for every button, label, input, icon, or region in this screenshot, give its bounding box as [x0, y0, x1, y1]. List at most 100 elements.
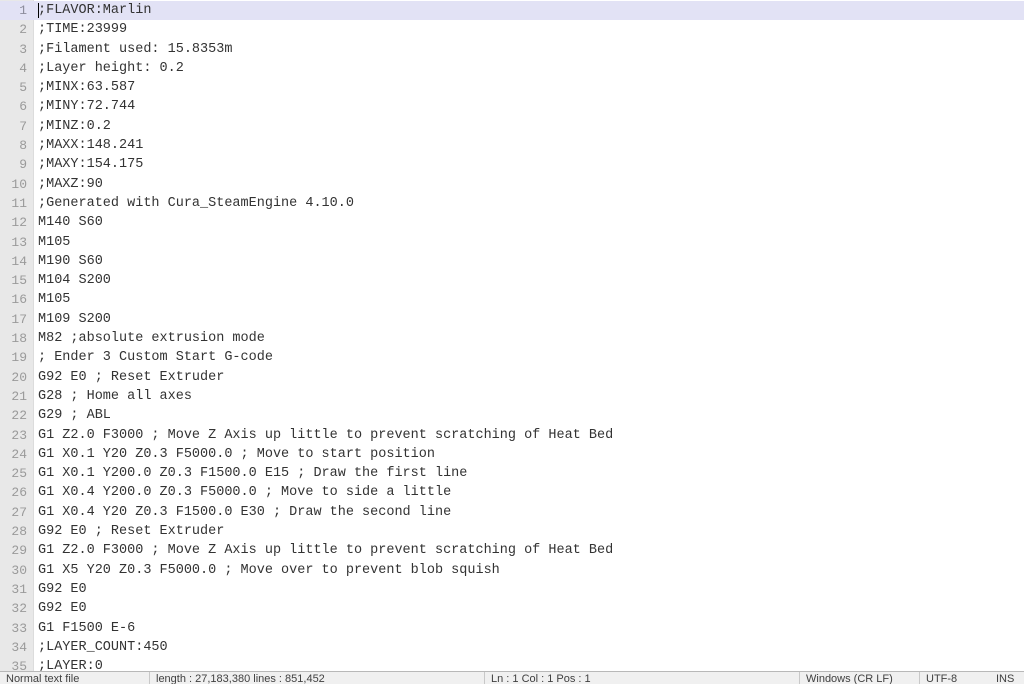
line-number: 22 — [11, 408, 27, 424]
code-line-text: M105 — [38, 292, 71, 308]
code-line[interactable]: 25 G1 X0.1 Y200.0 Z0.3 F1500.0 E15 ; Draw… — [0, 464, 1024, 483]
code-line-text: ;LAYER_COUNT:450 — [38, 639, 168, 655]
code-line-text: G1 X0.4 Y20 Z0.3 F1500.0 E30 ; Draw the … — [38, 504, 452, 520]
code-line[interactable]: 34 ;LAYER_COUNT:450 — [0, 638, 1024, 657]
code-line[interactable]: 31 G92 E0 — [0, 580, 1024, 599]
line-number: 14 — [11, 253, 27, 269]
line-number: 17 — [11, 311, 27, 327]
code-line-text: G1 X0.1 Y200.0 Z0.3 F1500.0 E15 ; Draw t… — [38, 466, 468, 482]
line-number: 21 — [11, 388, 27, 404]
code-line-text: M140 S60 — [38, 215, 103, 231]
code-line[interactable]: 7 ;MINZ:0.2 — [0, 117, 1024, 136]
code-line[interactable]: 32 G92 E0 — [0, 599, 1024, 618]
code-line-text: ;MAXX:148.241 — [38, 138, 144, 154]
code-line[interactable]: 3 ;Filament used: 15.8353m — [0, 40, 1024, 59]
code-editor-area[interactable]: 1 ;FLAVOR:Marlin 2 ;TIME:23999 3 ;Filament us… — [0, 0, 1024, 671]
line-number: 23 — [11, 427, 27, 443]
code-line[interactable]: 23 G1 Z2.0 F3000 ; Move Z Axis up little … — [0, 426, 1024, 445]
code-line[interactable]: 28 G92 E0 ; Reset Extruder — [0, 522, 1024, 541]
code-lines-container[interactable]: 1 ;FLAVOR:Marlin 2 ;TIME:23999 3 ;Filament us… — [0, 1, 1024, 671]
line-number: 10 — [11, 176, 27, 192]
line-number: 11 — [11, 195, 27, 211]
code-line-text: ;MINZ:0.2 — [38, 118, 111, 134]
code-line[interactable]: 35 ;LAYER:0 — [0, 657, 1024, 671]
code-line-text: G92 E0 ; Reset Extruder — [38, 369, 225, 385]
line-number: 6 — [19, 99, 27, 115]
code-line[interactable]: 12 M140 S60 — [0, 213, 1024, 232]
code-line-text: G29 ; ABL — [38, 408, 111, 424]
line-number: 3 — [19, 41, 27, 57]
line-number: 27 — [11, 504, 27, 520]
line-number: 34 — [11, 639, 27, 655]
code-line[interactable]: 13 M105 — [0, 233, 1024, 252]
line-number: 32 — [11, 601, 27, 617]
code-line[interactable]: 14 M190 S60 — [0, 252, 1024, 271]
code-line-text: G1 Z2.0 F3000 ; Move Z Axis up little to… — [38, 543, 614, 559]
line-number: 9 — [19, 157, 27, 173]
line-number: 7 — [19, 118, 27, 134]
code-line[interactable]: 27 G1 X0.4 Y20 Z0.3 F1500.0 E30 ; Draw th… — [0, 503, 1024, 522]
code-line[interactable]: 2 ;TIME:23999 — [0, 20, 1024, 39]
code-line-text: G92 E0 — [38, 581, 87, 597]
code-line-text: ; Ender 3 Custom Start G-code — [38, 350, 273, 366]
line-number: 33 — [11, 620, 27, 636]
code-line-text: M190 S60 — [38, 253, 103, 269]
code-line-text: ;Generated with Cura_SteamEngine 4.10.0 — [38, 195, 354, 211]
code-line[interactable]: 22 G29 ; ABL — [0, 406, 1024, 425]
code-line[interactable]: 21 G28 ; Home all axes — [0, 387, 1024, 406]
status-encoding[interactable]: UTF-8 — [920, 672, 990, 684]
code-line[interactable]: 8 ;MAXX:148.241 — [0, 136, 1024, 155]
code-line-text: G92 E0 ; Reset Extruder — [38, 524, 225, 540]
line-number: 4 — [19, 60, 27, 76]
line-number: 29 — [11, 543, 27, 559]
line-number: 28 — [11, 524, 27, 540]
line-number: 8 — [19, 138, 27, 154]
code-line-text: ;MINY:72.744 — [38, 99, 136, 115]
status-line-ending[interactable]: Windows (CR LF) — [800, 672, 920, 684]
code-line-text: ;FLAVOR:Marlin — [38, 3, 152, 18]
code-line-text: G1 X0.4 Y200.0 Z0.3 F5000.0 ; Move to si… — [38, 485, 452, 501]
code-line[interactable]: 1 ;FLAVOR:Marlin — [0, 1, 1024, 21]
code-line-text: M105 — [38, 234, 71, 250]
code-line[interactable]: 20 G92 E0 ; Reset Extruder — [0, 368, 1024, 387]
status-document-type: Normal text file — [0, 672, 150, 684]
line-number: 19 — [11, 350, 27, 366]
code-line[interactable]: 5 ;MINX:63.587 — [0, 78, 1024, 97]
code-line-text: G1 X5 Y20 Z0.3 F5000.0 ; Move over to pr… — [38, 562, 500, 578]
code-line-text: G1 Z2.0 F3000 ; Move Z Axis up little to… — [38, 427, 614, 443]
line-number: 26 — [11, 485, 27, 501]
code-line-text: ;MAXY:154.175 — [38, 157, 144, 173]
code-line[interactable]: 29 G1 Z2.0 F3000 ; Move Z Axis up little … — [0, 541, 1024, 560]
code-line[interactable]: 16 M105 — [0, 290, 1024, 309]
code-line-text: ;TIME:23999 — [38, 22, 128, 38]
line-number: 31 — [11, 581, 27, 597]
code-line-text: M104 S200 — [38, 273, 111, 289]
code-line[interactable]: 6 ;MINY:72.744 — [0, 97, 1024, 116]
code-line[interactable]: 15 M104 S200 — [0, 271, 1024, 290]
code-line[interactable]: 18 M82 ;absolute extrusion mode — [0, 329, 1024, 348]
line-number: 5 — [19, 80, 27, 96]
code-line[interactable]: 30 G1 X5 Y20 Z0.3 F5000.0 ; Move over to … — [0, 561, 1024, 580]
code-line-text: ;Filament used: 15.8353m — [38, 41, 233, 57]
code-line[interactable]: 17 M109 S200 — [0, 310, 1024, 329]
line-number: 18 — [11, 331, 27, 347]
code-line-text: ;LAYER:0 — [38, 659, 103, 671]
code-line[interactable]: 9 ;MAXY:154.175 — [0, 155, 1024, 174]
line-number: 2 — [19, 22, 27, 38]
code-line-text: ;MAXZ:90 — [38, 176, 103, 192]
code-line[interactable]: 24 G1 X0.1 Y20 Z0.3 F5000.0 ; Move to sta… — [0, 445, 1024, 464]
code-line[interactable]: 19 ; Ender 3 Custom Start G-code — [0, 348, 1024, 367]
code-line[interactable]: 10 ;MAXZ:90 — [0, 175, 1024, 194]
code-line-text: M82 ;absolute extrusion mode — [38, 331, 265, 347]
line-number: 24 — [11, 446, 27, 462]
code-line[interactable]: 11 ;Generated with Cura_SteamEngine 4.10.… — [0, 194, 1024, 213]
status-bar: Normal text file length : 27,183,380 lin… — [0, 671, 1024, 684]
code-line-text: M109 S200 — [38, 311, 111, 327]
code-line[interactable]: 4 ;Layer height: 0.2 — [0, 59, 1024, 78]
line-number: 16 — [11, 292, 27, 308]
code-line[interactable]: 33 G1 F1500 E-6 — [0, 619, 1024, 638]
status-insert-mode[interactable]: INS — [990, 672, 1024, 684]
code-line[interactable]: 26 G1 X0.4 Y200.0 Z0.3 F5000.0 ; Move to … — [0, 483, 1024, 502]
line-number: 13 — [11, 234, 27, 250]
line-number: 1 — [19, 3, 27, 18]
